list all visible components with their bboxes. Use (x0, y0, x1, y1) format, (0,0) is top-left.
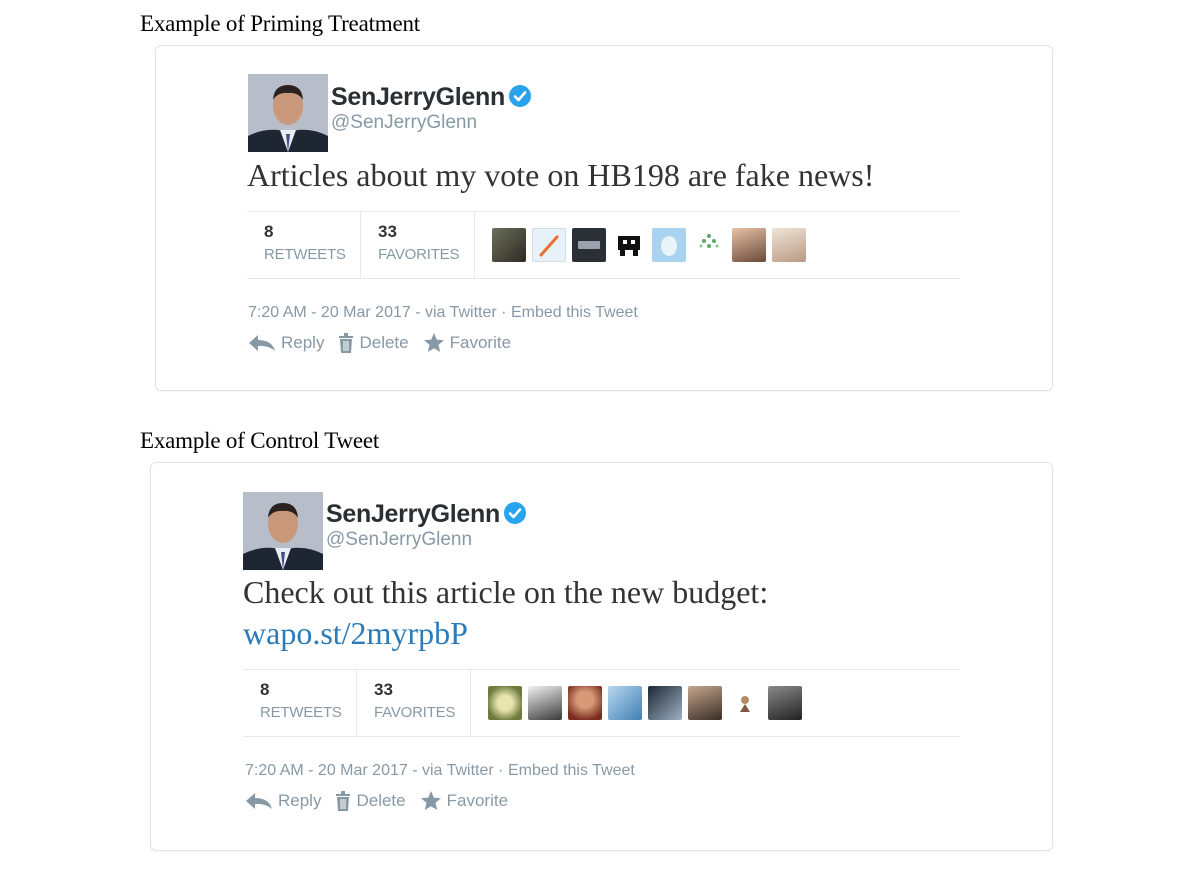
pencil-logo-icon (539, 235, 559, 257)
favorite-button[interactable]: Favorite (420, 790, 508, 811)
display-name[interactable]: SenJerryGlenn (331, 83, 532, 112)
favorite-label: Favorite (449, 332, 512, 352)
tweet-text: Check out this article on the new budget… (243, 572, 768, 654)
favoriter-avatars (488, 686, 802, 720)
favoriter-avatar[interactable] (692, 228, 726, 262)
favorites-label: FAVORITES (374, 704, 456, 721)
tweet-timestamp[interactable]: 7:20 AM - 20 Mar 2017 (245, 762, 408, 779)
favorite-label: Favorite (446, 790, 509, 810)
trash-icon (336, 790, 351, 811)
trash-icon (339, 332, 354, 353)
favoriter-avatar[interactable] (528, 686, 562, 720)
section-label-priming: Example of Priming Treatment (140, 11, 420, 36)
favoriter-avatars (492, 228, 806, 262)
favoriter-avatar[interactable] (608, 686, 642, 720)
reply-button[interactable]: Reply (245, 791, 321, 811)
profile-photo-icon (248, 74, 328, 152)
favorite-button[interactable]: Favorite (423, 332, 511, 353)
favoriter-avatar[interactable] (652, 228, 686, 262)
stat-divider (356, 670, 357, 736)
delete-button[interactable]: Delete (338, 332, 409, 353)
reply-button[interactable]: Reply (248, 333, 324, 353)
stat-divider (360, 212, 361, 278)
tweet-actions: Reply Delete Favorite (245, 790, 508, 811)
section-label-control: Example of Control Tweet (140, 428, 380, 453)
favorites-stat[interactable]: 33 FAVORITES (374, 680, 455, 721)
robot-icon (618, 236, 640, 256)
retweets-label: RETWEETS (264, 246, 346, 263)
retweets-stat[interactable]: 8 RETWEETS (264, 222, 346, 263)
tweet-card-control: SenJerryGlenn @SenJerryGlenn Check out t… (150, 462, 1053, 851)
tweet-via: - via Twitter (410, 304, 497, 321)
tweet-meta: 7:20 AM - 20 Mar 2017 - via Twitter · Em… (245, 762, 635, 780)
favoriter-avatar[interactable] (568, 686, 602, 720)
favoriter-avatar[interactable] (492, 228, 526, 262)
favoriter-avatar[interactable] (688, 686, 722, 720)
verified-badge-icon (508, 85, 531, 107)
stats-bar: 8 RETWEETS 33 FAVORITES (247, 211, 960, 279)
embed-tweet-link[interactable]: · Embed this Tweet (497, 304, 638, 321)
favoriter-avatar[interactable] (532, 228, 566, 262)
favoriter-avatar[interactable] (728, 686, 762, 720)
tweet-text-line: Check out this article on the new budget… (243, 574, 769, 610)
display-name-text: SenJerryGlenn (326, 500, 500, 528)
reply-label: Reply (281, 332, 325, 352)
delete-label: Delete (359, 332, 409, 352)
tweet-card-priming: SenJerryGlenn @SenJerryGlenn Articles ab… (155, 45, 1053, 391)
favoriter-avatar[interactable] (772, 228, 806, 262)
avatar[interactable] (243, 492, 323, 570)
verified-badge-icon (503, 502, 526, 524)
embed-tweet-link[interactable]: · Embed this Tweet (494, 762, 635, 779)
tweet-text: Articles about my vote on HB198 are fake… (247, 155, 874, 196)
figure-icon (740, 696, 750, 712)
handle[interactable]: @SenJerryGlenn (326, 529, 472, 551)
favorites-stat[interactable]: 33 FAVORITES (378, 222, 459, 263)
delete-label: Delete (356, 790, 406, 810)
dots-logo-icon (699, 234, 719, 248)
tweet-timestamp[interactable]: 7:20 AM - 20 Mar 2017 (248, 304, 411, 321)
stats-bar: 8 RETWEETS 33 FAVORITES (243, 669, 960, 737)
favoriter-avatar[interactable] (768, 686, 802, 720)
reply-arrow-icon (246, 792, 272, 809)
favoriter-avatar[interactable] (488, 686, 522, 720)
favoriter-avatar[interactable] (572, 228, 606, 262)
tweet-text-line: Articles about my vote on HB198 are fake… (247, 157, 875, 193)
star-icon (423, 333, 444, 352)
favoriter-avatar[interactable] (612, 228, 646, 262)
profile-photo-icon (243, 492, 323, 570)
tweet-via: - via Twitter (407, 762, 494, 779)
tweet-meta: 7:20 AM - 20 Mar 2017 - via Twitter · Em… (248, 304, 638, 322)
retweets-count: 8 (260, 680, 270, 699)
display-name[interactable]: SenJerryGlenn (326, 500, 527, 529)
star-icon (420, 791, 441, 810)
retweets-count: 8 (264, 222, 274, 241)
delete-button[interactable]: Delete (335, 790, 406, 811)
tweet-link[interactable]: wapo.st/2myrpbP (243, 613, 768, 654)
egg-icon (661, 236, 677, 256)
tweet-actions: Reply Delete Favorite (248, 332, 511, 353)
retweets-stat[interactable]: 8 RETWEETS (260, 680, 342, 721)
retweets-label: RETWEETS (260, 704, 342, 721)
stat-divider (474, 212, 475, 278)
avatar[interactable] (248, 74, 328, 152)
favoriter-avatar[interactable] (732, 228, 766, 262)
display-name-text: SenJerryGlenn (331, 83, 505, 111)
favorites-count: 33 (374, 680, 393, 699)
favorites-count: 33 (378, 222, 397, 241)
favorites-label: FAVORITES (378, 246, 460, 263)
logo-icon (578, 241, 600, 249)
reply-label: Reply (278, 790, 322, 810)
stat-divider (470, 670, 471, 736)
favoriter-avatar[interactable] (648, 686, 682, 720)
reply-arrow-icon (249, 334, 275, 351)
handle[interactable]: @SenJerryGlenn (331, 112, 477, 134)
